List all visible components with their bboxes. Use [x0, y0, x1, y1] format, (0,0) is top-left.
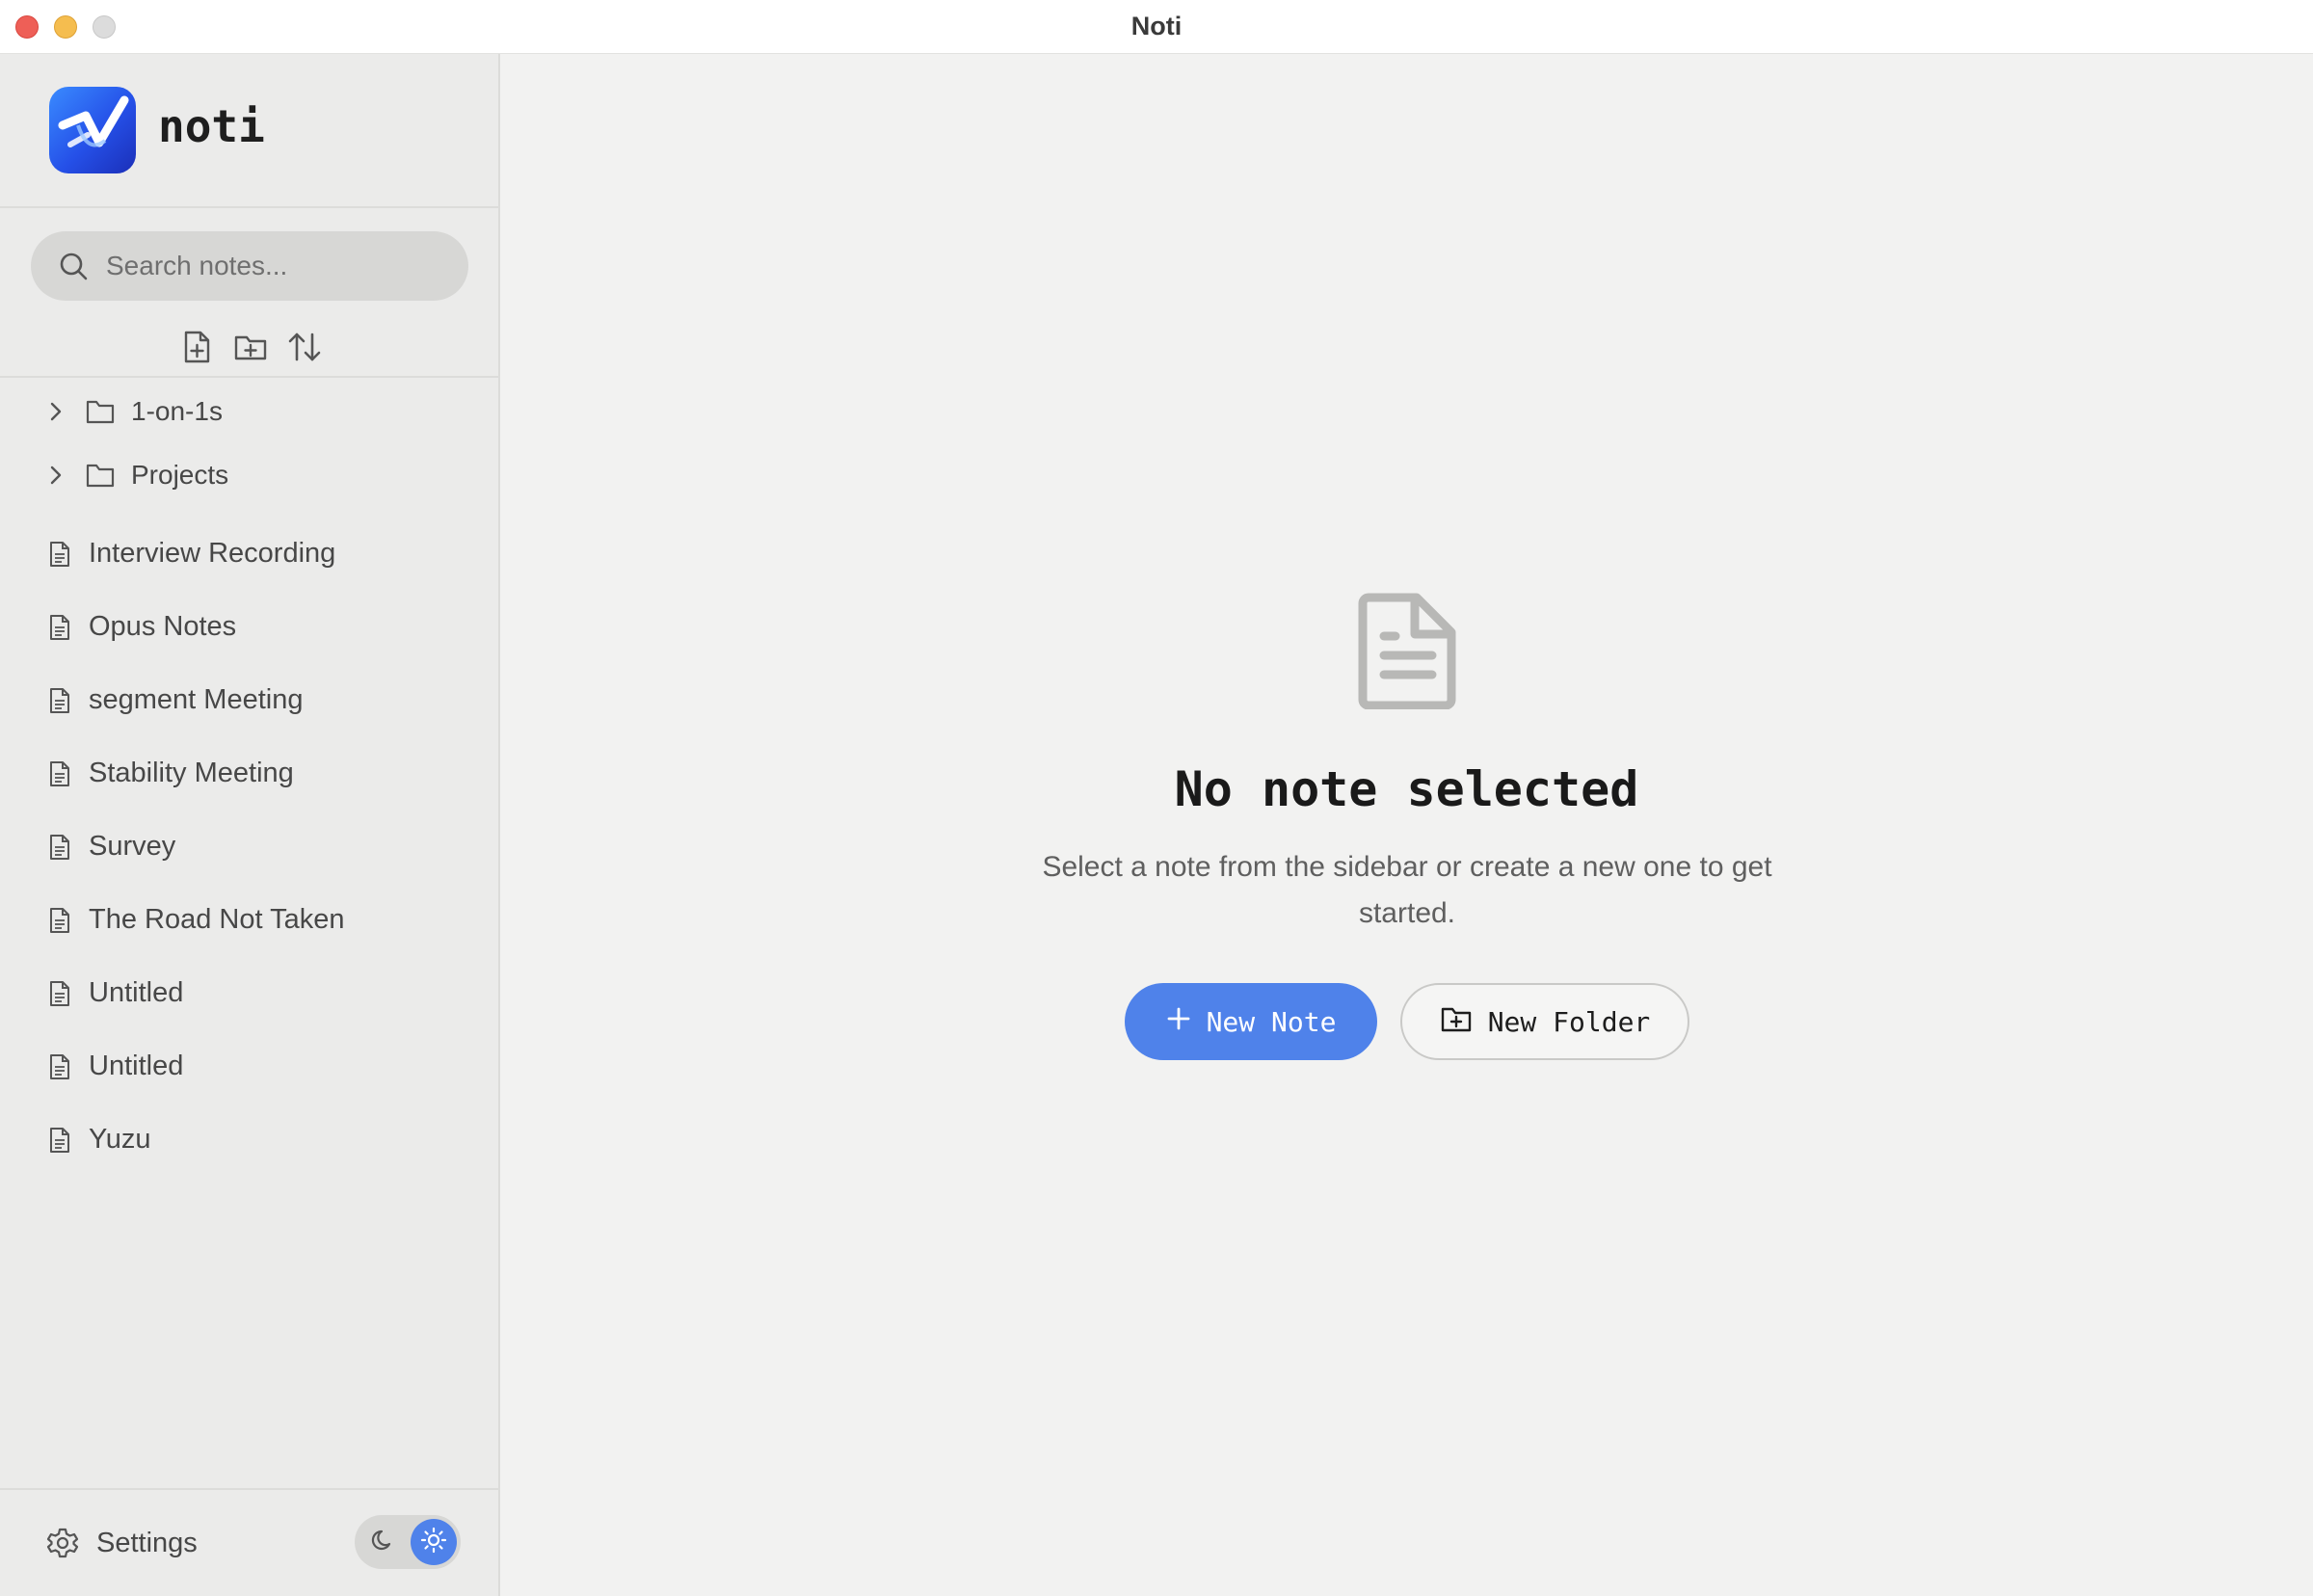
- note-file-icon: [46, 614, 73, 641]
- note-title: Untitled: [89, 977, 184, 1008]
- note-file-icon: [46, 760, 73, 787]
- title-bar: Noti: [0, 0, 2313, 54]
- note-item[interactable]: Survey: [0, 813, 498, 881]
- moon-icon: [370, 1527, 397, 1558]
- note-title: Untitled: [89, 1051, 184, 1081]
- document-icon: [1357, 592, 1457, 710]
- note-file-icon: [46, 541, 73, 568]
- sidebar-toolbar: [0, 324, 498, 378]
- search-icon: [58, 251, 89, 281]
- note-item[interactable]: Interview Recording: [0, 520, 498, 588]
- sun-icon: [420, 1527, 447, 1558]
- chevron-right-icon[interactable]: [44, 400, 67, 423]
- dark-mode-button[interactable]: [360, 1519, 407, 1565]
- note-title: The Road Not Taken: [89, 904, 345, 935]
- note-title: Opus Notes: [89, 611, 237, 642]
- note-file-icon: [46, 980, 73, 1007]
- new-note-icon: [181, 330, 212, 369]
- sidebar-footer: Settings: [0, 1488, 498, 1596]
- settings-label: Settings: [96, 1528, 198, 1558]
- folder-icon: [85, 460, 116, 491]
- app-name: noti: [158, 100, 265, 152]
- folder-label: 1-on-1s: [131, 396, 223, 426]
- note-title: Stability Meeting: [89, 758, 294, 788]
- window-title: Noti: [1130, 12, 1183, 40]
- sort-icon: [287, 331, 322, 368]
- empty-state-description: Select a note from the sidebar or create…: [1042, 851, 1772, 929]
- app-logo-icon: [49, 87, 136, 173]
- note-item[interactable]: segment Meeting: [0, 667, 498, 734]
- note-item[interactable]: Yuzu: [0, 1106, 498, 1174]
- search-box[interactable]: [31, 231, 468, 301]
- plus-icon: [1166, 1006, 1191, 1038]
- note-item[interactable]: The Road Not Taken: [0, 887, 498, 954]
- new-note-tool-button[interactable]: [177, 330, 216, 368]
- empty-state-title: No note selected: [1174, 761, 1639, 817]
- note-item[interactable]: Untitled: [0, 1033, 498, 1101]
- light-mode-button[interactable]: [411, 1519, 457, 1565]
- app-window: Noti noti Search notes... 1-on-1s Projec…: [0, 0, 2313, 1596]
- main-content: No note selected Select a note from the …: [500, 54, 2313, 1596]
- note-file-icon: [46, 687, 73, 714]
- note-title: Survey: [89, 831, 176, 862]
- new-note-button[interactable]: New Note: [1125, 983, 1377, 1060]
- note-title: Interview Recording: [89, 538, 336, 569]
- folder-item[interactable]: 1-on-1s: [0, 382, 498, 441]
- new-folder-button[interactable]: New Folder: [1400, 983, 1689, 1060]
- folder-label: Projects: [131, 460, 229, 490]
- sort-tool-button[interactable]: [285, 330, 324, 368]
- note-item[interactable]: Opus Notes: [0, 594, 498, 661]
- note-file-icon: [46, 1127, 73, 1154]
- note-file-icon: [46, 907, 73, 934]
- search-input[interactable]: [104, 231, 451, 301]
- folder-plus-icon: [1440, 1004, 1473, 1040]
- chevron-right-icon[interactable]: [44, 464, 67, 487]
- folder-item[interactable]: Projects: [0, 445, 498, 505]
- note-item[interactable]: Untitled: [0, 960, 498, 1027]
- gear-icon: [46, 1527, 79, 1559]
- sidebar: noti Search notes... 1-on-1s Projects In…: [0, 54, 500, 1596]
- note-file-icon: [46, 1053, 73, 1080]
- note-title: segment Meeting: [89, 684, 304, 715]
- folder-icon: [85, 396, 116, 427]
- new-note-button-label: New Note: [1206, 1005, 1337, 1038]
- theme-toggle[interactable]: [355, 1515, 461, 1569]
- brand-header: noti: [0, 54, 498, 208]
- new-folder-icon: [233, 332, 268, 367]
- new-folder-tool-button[interactable]: [231, 330, 270, 368]
- note-item[interactable]: Stability Meeting: [0, 740, 498, 808]
- settings-button[interactable]: Settings: [42, 1519, 216, 1565]
- note-title: Yuzu: [89, 1124, 151, 1155]
- new-folder-button-label: New Folder: [1487, 1005, 1651, 1038]
- note-file-icon: [46, 834, 73, 861]
